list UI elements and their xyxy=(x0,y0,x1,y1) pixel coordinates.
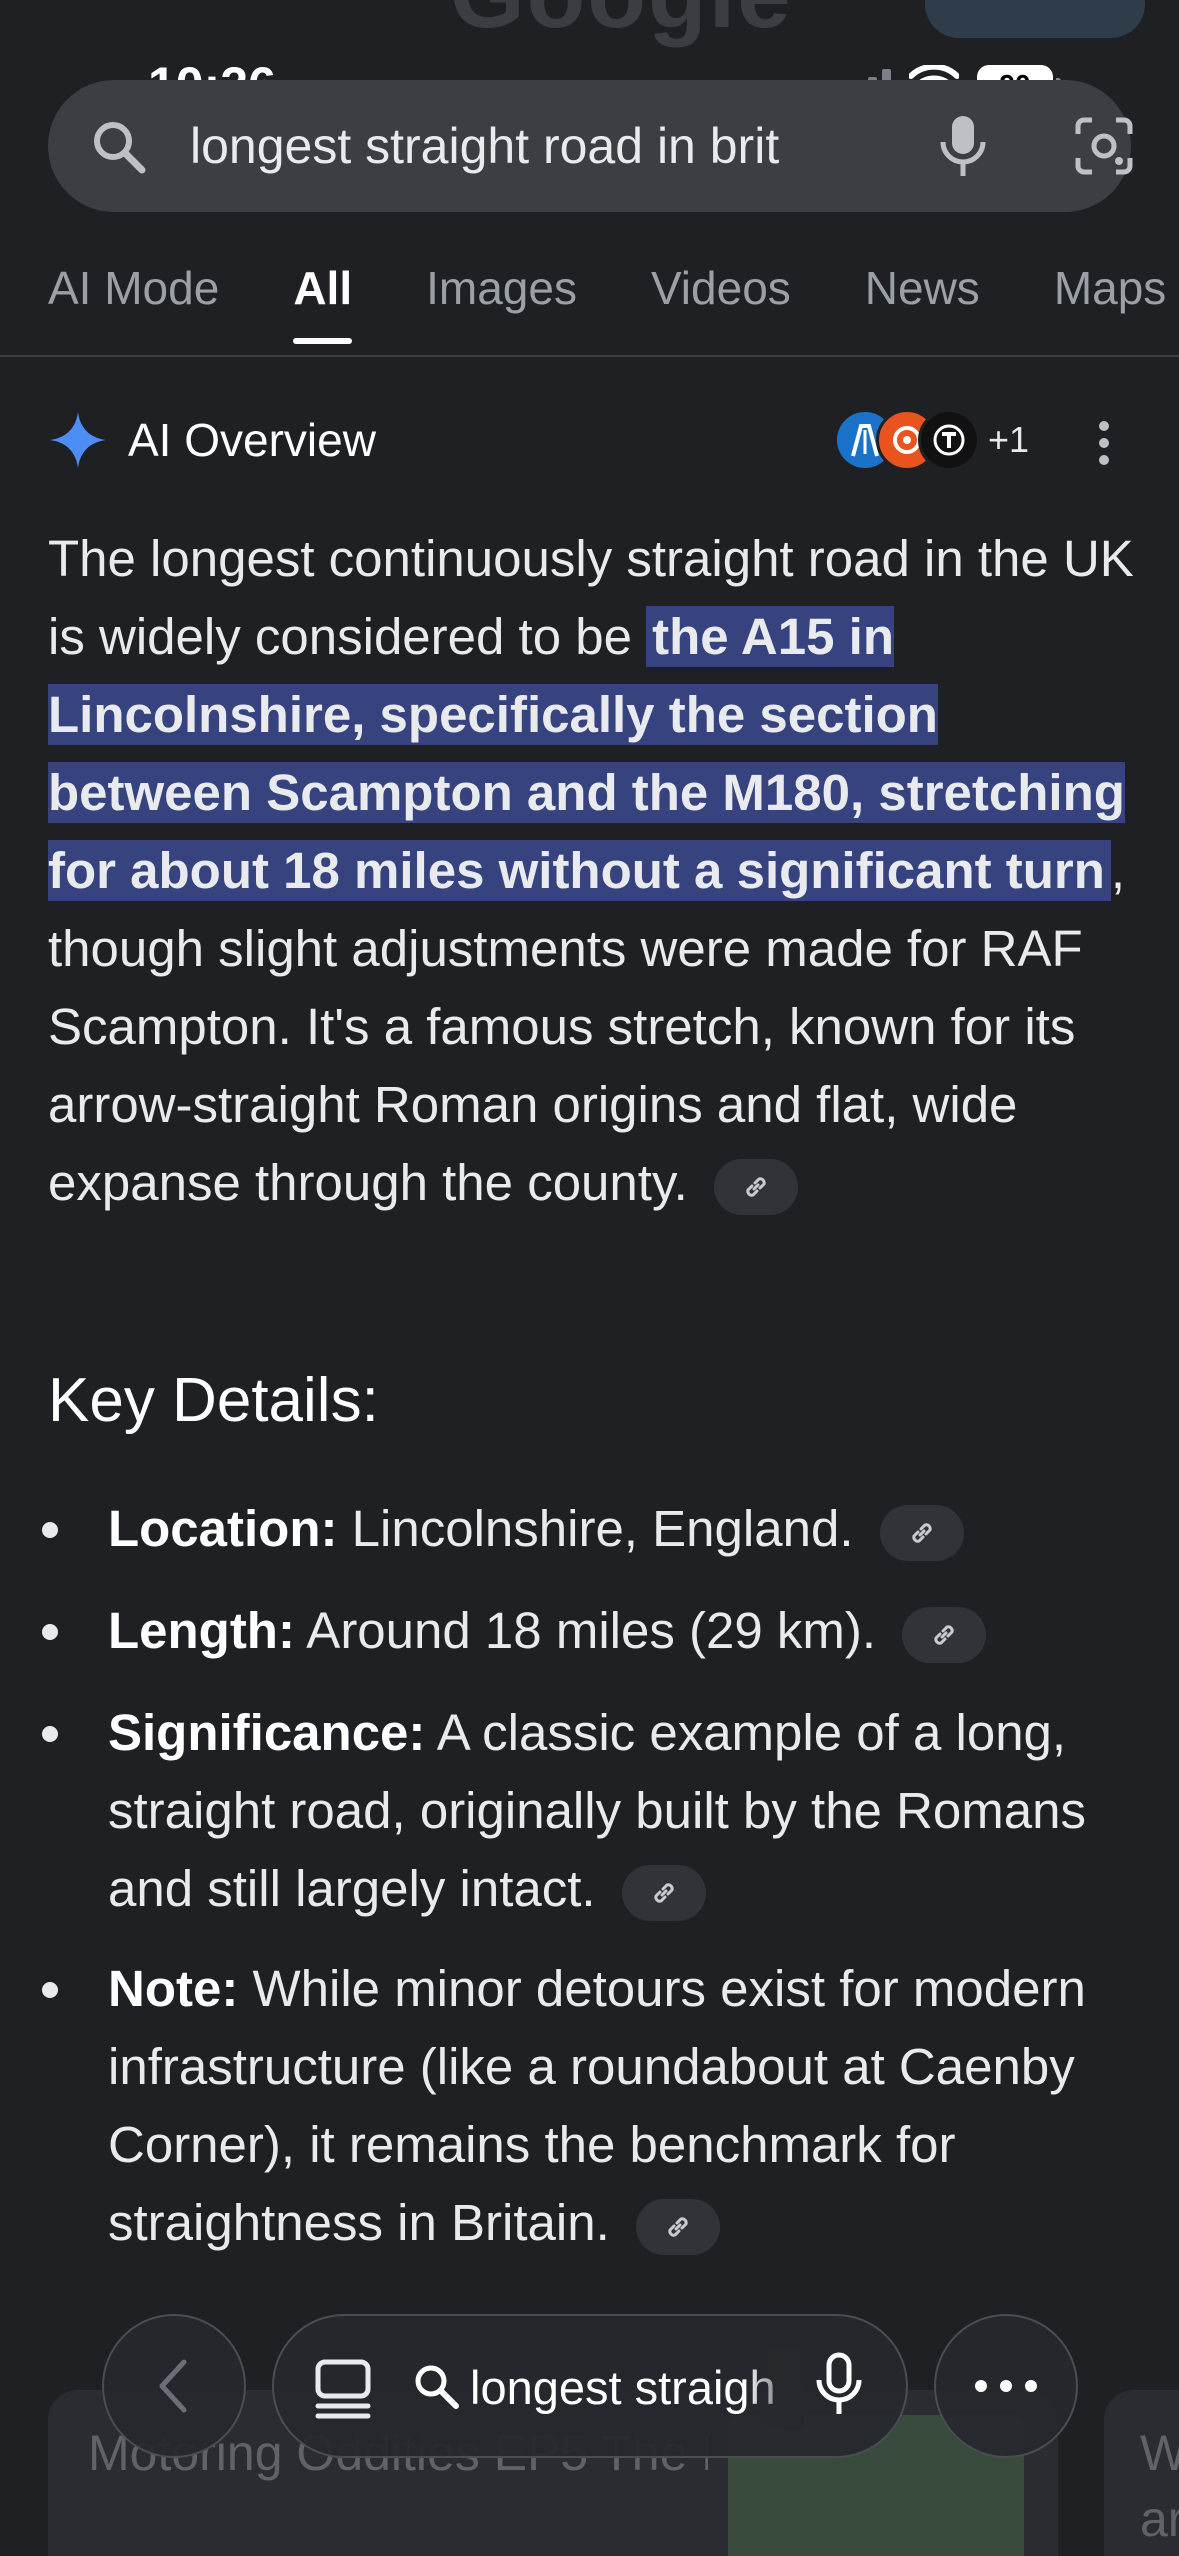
bullet-label: Location: xyxy=(108,1500,338,1557)
search-input[interactable]: longest straight road in brit xyxy=(190,116,890,176)
list-item-note: Note: While minor detours exist for mode… xyxy=(42,1950,1128,2262)
ai-overview-header: AI Overview xyxy=(48,408,376,472)
telegraph-source-icon[interactable] xyxy=(918,409,980,471)
tabs-divider xyxy=(0,355,1179,357)
link-icon xyxy=(746,1176,766,1197)
search-bar[interactable]: longest straight road in brit xyxy=(48,80,1134,212)
sign-in-button-faded xyxy=(925,0,1145,38)
overview-text-before: The longest continuously straight road i… xyxy=(48,530,1134,665)
list-item-significance: Significance: A classic example of a lon… xyxy=(42,1694,1128,1928)
microphone-icon[interactable] xyxy=(936,114,990,178)
search-results-page: Google 10:26 90 longest straight road in… xyxy=(0,0,1179,2556)
tabs-overview-icon[interactable] xyxy=(314,2358,372,2420)
link-icon xyxy=(912,1522,932,1543)
search-icon xyxy=(94,122,146,174)
bottom-search-bar[interactable]: longest straigh xyxy=(272,2314,908,2458)
search-text-fade xyxy=(808,110,918,182)
bullet-text: Around 18 miles (29 km). xyxy=(294,1602,877,1659)
gemini-sparkle-icon xyxy=(50,412,106,468)
list-item-location: Location: Lincolnshire, England. xyxy=(42,1490,1128,1568)
search-tabs: AI Mode All Images Videos News Maps xyxy=(48,258,1166,344)
link-icon xyxy=(934,1624,954,1645)
link-icon xyxy=(668,2216,688,2237)
back-button[interactable] xyxy=(102,2314,246,2458)
microphone-icon[interactable] xyxy=(814,2352,864,2418)
citation-link-button[interactable] xyxy=(621,1864,706,1921)
bullet-text: While minor detours exist for modern inf… xyxy=(108,1960,1086,2251)
tab-news[interactable]: News xyxy=(865,258,980,318)
tab-maps[interactable]: Maps xyxy=(1054,258,1166,318)
citation-link-button[interactable] xyxy=(714,1158,799,1215)
list-item-length: Length: Around 18 miles (29 km). xyxy=(42,1592,1128,1670)
more-horizontal-icon xyxy=(975,2380,1037,2392)
bullet-text: Lincolnshire, England. xyxy=(337,1500,854,1557)
source-icons[interactable]: +1 xyxy=(834,408,1029,472)
search-icon xyxy=(415,2365,459,2409)
tab-videos[interactable]: Videos xyxy=(651,258,791,318)
citation-link-button[interactable] xyxy=(635,2198,720,2255)
next-result-title[interactable]: W ar xyxy=(1140,2420,1179,2552)
tab-all[interactable]: All xyxy=(293,258,352,344)
more-menu-button[interactable] xyxy=(934,2314,1078,2458)
more-options-icon[interactable] xyxy=(1094,418,1114,468)
chevron-left-icon xyxy=(159,2359,187,2413)
ai-overview-title: AI Overview xyxy=(128,414,376,466)
bullet-label: Note: xyxy=(108,1960,239,2017)
ai-overview-text: The longest continuously straight road i… xyxy=(48,520,1138,1222)
tab-images[interactable]: Images xyxy=(426,258,577,318)
key-details-heading: Key Details: xyxy=(48,1366,379,1435)
bottom-query-fade xyxy=(744,2346,804,2430)
more-sources-count[interactable]: +1 xyxy=(988,419,1029,461)
citation-link-button[interactable] xyxy=(879,1504,964,1561)
google-logo-faded: Google xyxy=(450,0,793,50)
link-icon xyxy=(654,1882,674,1903)
tab-ai-mode[interactable]: AI Mode xyxy=(48,258,219,318)
google-lens-icon[interactable] xyxy=(1074,116,1134,176)
bullet-label: Significance: xyxy=(108,1704,426,1761)
citation-link-button[interactable] xyxy=(902,1606,987,1663)
bullet-label: Length: xyxy=(108,1602,295,1659)
